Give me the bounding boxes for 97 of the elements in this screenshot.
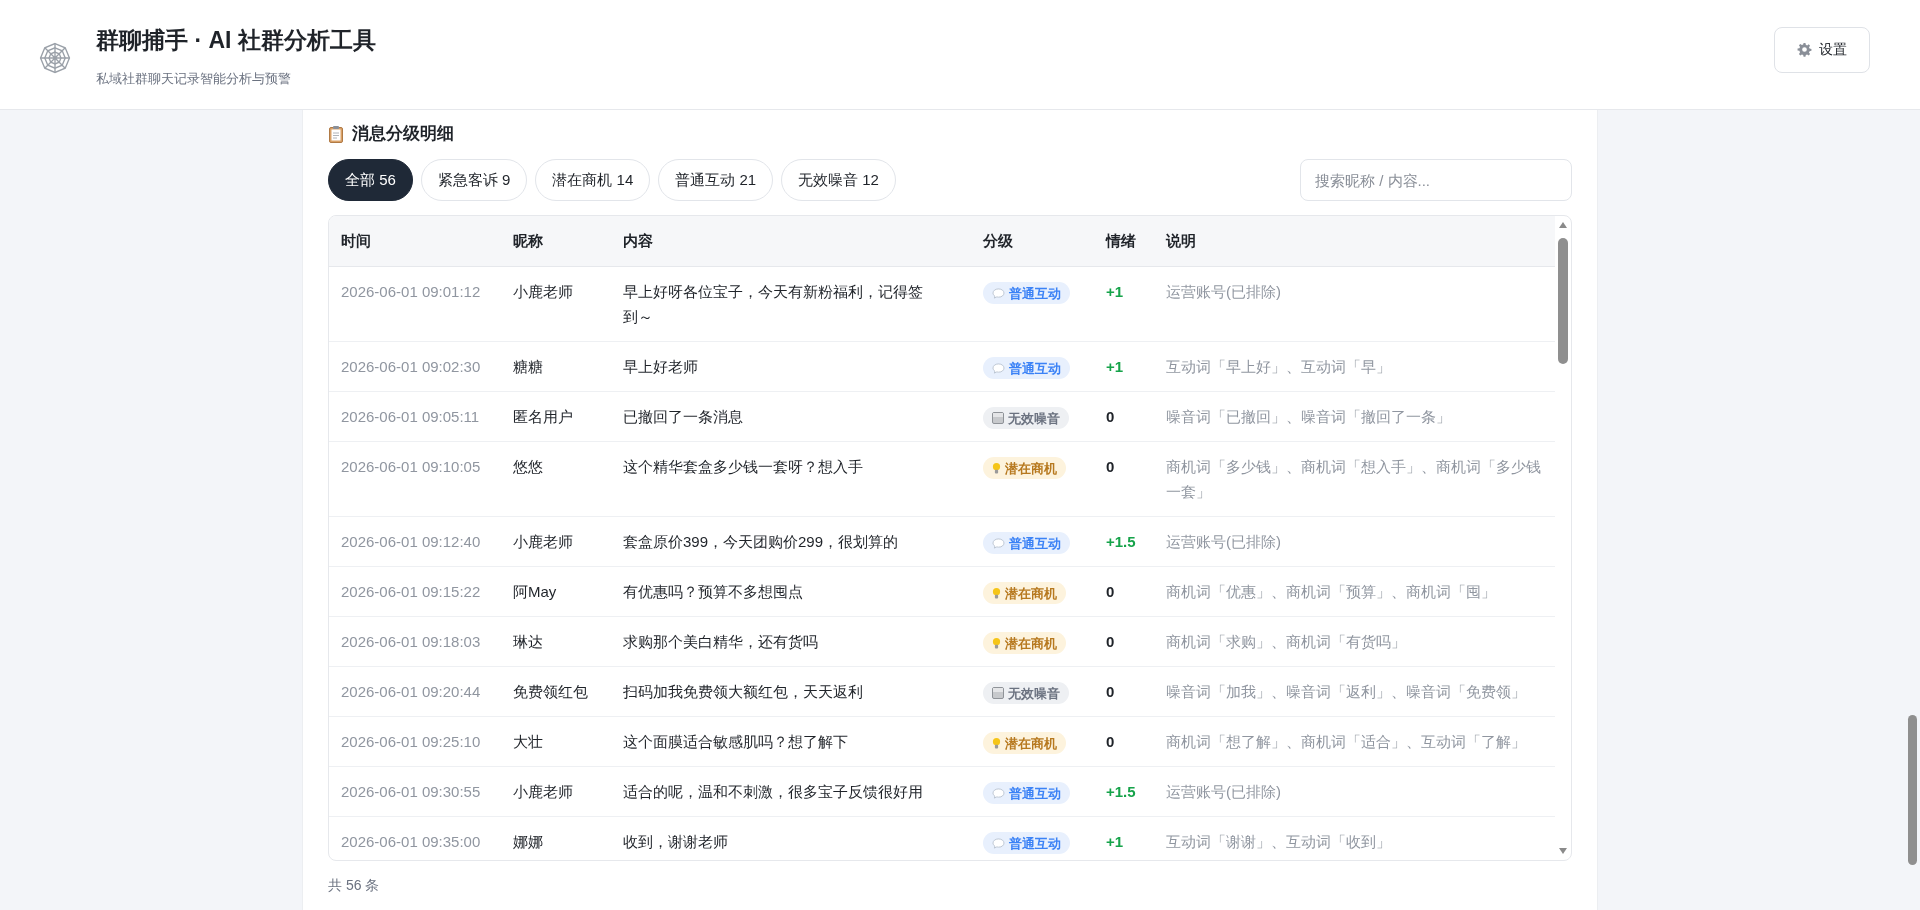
- grade-label: 普通互动: [1009, 359, 1061, 378]
- filter-tab[interactable]: 无效噪音 12: [781, 159, 896, 201]
- nickname-cell: 小鹿老师: [501, 766, 611, 817]
- time-cell: 2026-06-01 09:25:10: [329, 716, 501, 767]
- content-cell: 早上好老师: [611, 341, 971, 392]
- light-bulb-icon: [992, 461, 1001, 475]
- nickname-cell: 小鹿老师: [501, 516, 611, 567]
- nickname-cell: 小鹿老师: [501, 266, 611, 342]
- light-bulb-icon: [992, 586, 1001, 600]
- column-header: 昵称: [501, 216, 611, 267]
- filter-tab[interactable]: 潜在商机 14: [535, 159, 651, 201]
- note-cell: 噪音词「加我」、噪音词「返利」、噪音词「免费领」: [1154, 666, 1555, 717]
- emotion-cell: +1.5: [1094, 766, 1154, 817]
- time-cell: 2026-06-01 09:20:44: [329, 666, 501, 717]
- content-cell: 已撤回了一条消息: [611, 391, 971, 442]
- column-header: 时间: [329, 216, 501, 267]
- emotion-cell: +1: [1094, 816, 1154, 860]
- content-cell: 这个面膜适合敏感肌吗？想了解下: [611, 716, 971, 767]
- emotion-cell: 0: [1094, 566, 1154, 617]
- time-cell: 2026-06-01 09:30:55: [329, 766, 501, 817]
- note-cell: 商机词「多少钱」、商机词「想入手」、商机词「多少钱一套」: [1154, 441, 1555, 517]
- time-cell: 2026-06-01 09:18:03: [329, 616, 501, 667]
- nickname-cell: 匿名用户: [501, 391, 611, 442]
- time-cell: 2026-06-01 09:12:40: [329, 516, 501, 567]
- light-bulb-icon: [992, 636, 1001, 650]
- note-cell: 商机词「想了解」、商机词「适合」、互动词「了解」: [1154, 716, 1555, 767]
- settings-button[interactable]: 设置: [1774, 26, 1870, 73]
- nickname-cell: 阿May: [501, 566, 611, 617]
- note-cell: 噪音词「已撤回」、噪音词「撤回了一条」: [1154, 391, 1555, 442]
- content-cell: 套盒原价399，今天团购价299，很划算的: [611, 516, 971, 567]
- emotion-cell: +1: [1094, 266, 1154, 342]
- grade-label: 无效噪音: [1008, 409, 1060, 428]
- nickname-cell: 悠悠: [501, 441, 611, 517]
- light-bulb-icon: [992, 736, 1001, 750]
- grade-label: 潜在商机: [1005, 734, 1057, 753]
- app-subtitle: 私域社群聊天记录智能分析与预警: [96, 70, 292, 88]
- filter-tab[interactable]: 全部 56: [328, 159, 413, 201]
- column-header: 情绪: [1094, 216, 1154, 267]
- emotion-cell: 0: [1094, 716, 1154, 767]
- grade-label: 普通互动: [1009, 284, 1061, 303]
- note-cell: 运营账号(已排除): [1154, 266, 1555, 342]
- section-title: 消息分级明细: [352, 123, 454, 145]
- filter-tab[interactable]: 普通互动 21: [658, 159, 774, 201]
- nickname-cell: 娜娜: [501, 816, 611, 860]
- nickname-cell: 免费领红包: [501, 666, 611, 717]
- note-cell: 互动词「谢谢」、互动词「收到」: [1154, 816, 1555, 860]
- note-cell: 运营账号(已排除): [1154, 516, 1555, 567]
- content-cell: 早上好呀各位宝子，今天有新粉福利，记得签到～: [611, 266, 971, 342]
- column-header: 分级: [971, 216, 1094, 267]
- content-cell: 收到，谢谢老师: [611, 816, 971, 860]
- grade-label: 无效噪音: [1008, 684, 1060, 703]
- column-header: 说明: [1154, 216, 1555, 267]
- content-cell: 适合的呢，温和不刺激，很多宝子反馈很好用: [611, 766, 971, 817]
- column-header: 内容: [611, 216, 971, 267]
- nickname-cell: 糖糖: [501, 341, 611, 392]
- content-cell: 有优惠吗？预算不多想囤点: [611, 566, 971, 617]
- app-title: 群聊捕手 · AI 社群分析工具: [96, 26, 377, 55]
- time-cell: 2026-06-01 09:35:00: [329, 816, 501, 860]
- note-cell: 运营账号(已排除): [1154, 766, 1555, 817]
- emotion-cell: +1.5: [1094, 516, 1154, 567]
- speech-bubble-icon: [992, 537, 1005, 549]
- speech-bubble-icon: [992, 837, 1005, 849]
- total-count: 共 56 条: [328, 877, 381, 895]
- note-cell: 商机词「优惠」、商机词「预算」、商机词「囤」: [1154, 566, 1555, 617]
- time-cell: 2026-06-01 09:02:30: [329, 341, 501, 392]
- spiderweb-icon: [38, 40, 72, 75]
- time-cell: 2026-06-01 09:05:11: [329, 391, 501, 442]
- speech-bubble-icon: [992, 362, 1005, 374]
- time-cell: 2026-06-01 09:15:22: [329, 566, 501, 617]
- speech-bubble-icon: [992, 287, 1005, 299]
- grade-label: 潜在商机: [1005, 459, 1057, 478]
- time-cell: 2026-06-01 09:01:12: [329, 266, 501, 342]
- note-cell: 商机词「求购」、商机词「有货吗」: [1154, 616, 1555, 667]
- content-cell: 这个精华套盒多少钱一套呀？想入手: [611, 441, 971, 517]
- note-cell: 互动词「早上好」、互动词「早」: [1154, 341, 1555, 392]
- emotion-cell: 0: [1094, 391, 1154, 442]
- emotion-cell: 0: [1094, 441, 1154, 517]
- grade-label: 普通互动: [1009, 534, 1061, 553]
- emotion-cell: +1: [1094, 341, 1154, 392]
- grade-label: 潜在商机: [1005, 584, 1057, 603]
- nickname-cell: 琳达: [501, 616, 611, 667]
- emotion-cell: 0: [1094, 616, 1154, 667]
- nickname-cell: 大壮: [501, 716, 611, 767]
- clipboard-icon: [328, 124, 344, 143]
- settings-icon: [1797, 42, 1812, 57]
- search-field[interactable]: 搜索昵称 / 内容...: [1300, 159, 1572, 201]
- filter-tab[interactable]: 紧急客诉 9: [420, 159, 528, 201]
- speech-bubble-icon: [992, 787, 1005, 799]
- grade-label: 普通互动: [1009, 784, 1061, 803]
- grade-label: 潜在商机: [1005, 634, 1057, 653]
- time-cell: 2026-06-01 09:10:05: [329, 441, 501, 517]
- content-cell: 求购那个美白精华，还有货吗: [611, 616, 971, 667]
- content-cell: 扫码加我免费领大额红包，天天返利: [611, 666, 971, 717]
- image-icon: [992, 412, 1004, 425]
- emotion-cell: 0: [1094, 666, 1154, 717]
- grade-label: 普通互动: [1009, 834, 1061, 853]
- image-icon: [992, 687, 1004, 700]
